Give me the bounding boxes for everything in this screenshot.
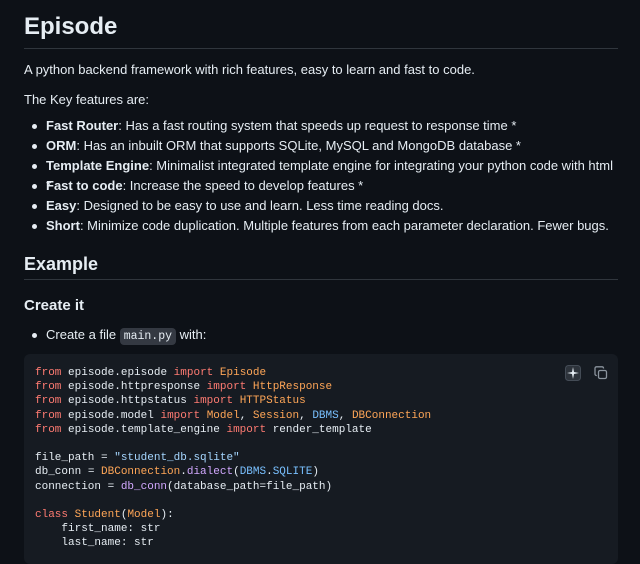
feature-desc: : Designed to be easy to use and learn. …	[76, 198, 444, 213]
copy-icon[interactable]	[590, 362, 612, 384]
code-content: from episode.episode import Episode from…	[24, 354, 618, 563]
code-block: from episode.episode import Episode from…	[24, 354, 618, 564]
list-item: Short: Minimize code duplication. Multip…	[32, 216, 618, 236]
list-item: Fast to code: Increase the speed to deve…	[32, 176, 618, 196]
code-line: first_name: str	[61, 523, 161, 536]
example-heading: Example	[24, 252, 618, 280]
filename-code: main.py	[119, 328, 177, 345]
code-line: connection = db_conn(database_path=file_…	[35, 480, 333, 493]
sparkle-icon[interactable]	[562, 362, 584, 384]
list-item: ORM: Has an inbuilt ORM that supports SQ…	[32, 136, 618, 156]
feature-name: Easy	[46, 198, 77, 213]
features-list: Fast Router: Has a fast routing system t…	[24, 116, 618, 236]
feature-desc: : Has an inbuilt ORM that supports SQLit…	[76, 138, 521, 153]
code-line: db_conn = DBConnection.dialect(DBMS.SQLI…	[35, 466, 319, 479]
list-item: Create a file main.py with:	[31, 324, 207, 348]
feature-name: Fast Router	[46, 118, 119, 133]
code-line: from episode.httpstatus import HTTPStatu…	[35, 395, 306, 408]
code-line: from episode.template_engine import rend…	[35, 423, 372, 436]
intro-paragraph: A python backend framework with rich fea…	[24, 62, 475, 77]
code-line: class Student(Model):	[35, 509, 174, 522]
feature-desc: : Has a fast routing system that speeds …	[118, 118, 517, 133]
create-steps: Create a file main.py with:	[24, 324, 206, 348]
code-line: file_path = "student_db.sqlite"	[35, 452, 240, 465]
feature-name: ORM	[46, 138, 77, 153]
feature-desc: : Increase the speed to develop features…	[122, 178, 364, 193]
feature-name: Fast to code	[46, 178, 123, 193]
list-item: Template Engine: Minimalist integrated t…	[32, 156, 618, 193]
feature-name: Template Engine	[46, 158, 150, 173]
feature-desc: : Minimize code duplication. Multiple fe…	[79, 218, 609, 233]
list-item: Fast Router: Has a fast routing system t…	[32, 116, 618, 136]
page-title: Episode	[24, 0, 618, 49]
step-text-before: Create a file	[46, 327, 120, 342]
code-line: from episode.model import Model, Session…	[35, 409, 432, 422]
code-line: from episode.episode import Episode	[35, 367, 267, 379]
key-features-intro: The Key features are:	[24, 92, 150, 107]
code-line: last_name: str	[61, 537, 154, 550]
code-line: from episode.httpresponse import HttpRes…	[35, 381, 333, 394]
feature-name: Short	[46, 218, 80, 233]
step-text-after: with:	[176, 327, 207, 342]
create-heading: Create it	[24, 297, 85, 314]
list-item: Easy: Designed to be easy to use and lea…	[32, 196, 618, 216]
readme-content: Episode A python backend framework with …	[24, 0, 618, 564]
